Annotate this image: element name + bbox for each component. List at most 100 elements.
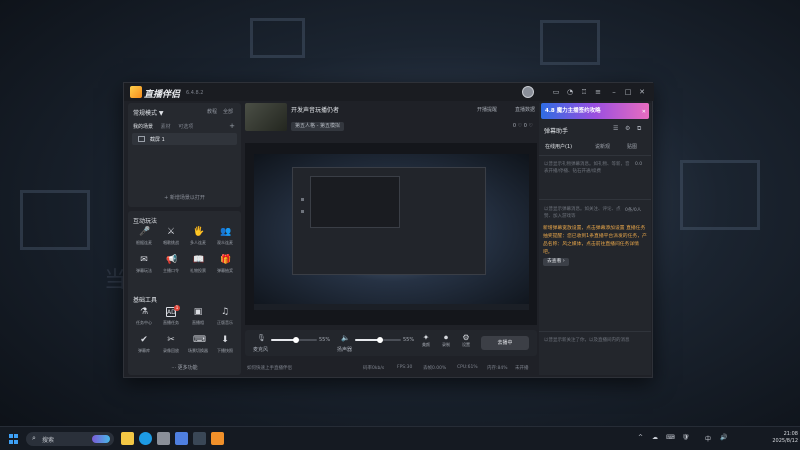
app-title: 直播伴侣 — [144, 90, 181, 100]
tab-new-viewers[interactable]: 说新观 — [595, 143, 610, 150]
audio-controls: 🎙 麦克风 55% 🔈 扬声器 55% ✦ 美颜 ⏺ 录制 ⚙ 设置 去播中 — [245, 330, 537, 356]
promo-banner-text: 4.8 魔力主播签约攻略 — [545, 108, 601, 114]
status-memory: 内存:84% — [487, 366, 508, 371]
close-icon[interactable]: ✕ — [642, 104, 646, 120]
cloud-icon[interactable]: ☁ — [652, 434, 658, 441]
add-scene-icon[interactable]: + — [229, 122, 235, 130]
live-reminder-link[interactable]: 开播提醒 — [477, 106, 497, 113]
maximize-icon[interactable]: □ — [624, 88, 632, 96]
tool-button[interactable]: 🎁 弹幕抽奖 — [212, 255, 238, 279]
divider — [539, 331, 651, 332]
speaker-volume-knob[interactable] — [377, 337, 383, 343]
tool-label: 多人连麦 — [190, 240, 206, 245]
mode-selector[interactable]: 常规模式 ▼ — [133, 108, 164, 117]
store-icon[interactable] — [175, 432, 188, 445]
tray-overflow-icon[interactable]: ^ — [638, 434, 643, 441]
mic-volume-knob[interactable] — [293, 337, 299, 343]
category-chip[interactable]: 第五人格 - 第五模拟 — [291, 122, 344, 131]
preview-desktop-capture — [254, 154, 529, 310]
tool-button[interactable]: ✉ 弹幕玩法 — [131, 255, 157, 279]
tab-online-users[interactable]: 在线用户(1) — [545, 143, 572, 150]
tool-label: 弹幕玩法 — [136, 268, 152, 273]
steam-icon[interactable] — [193, 432, 206, 445]
quick-start-tip[interactable]: 如何快速上手直播伴侣 — [247, 365, 292, 371]
record-icon: ⏺ — [444, 333, 448, 342]
file-explorer-icon[interactable] — [121, 432, 134, 445]
mic-percent: 55% — [319, 337, 331, 343]
search-label: 搜索 — [42, 437, 55, 444]
live-data-link[interactable]: 直播数据 — [515, 106, 535, 113]
taskbar-clock[interactable]: 21:08 2025/8/12 — [770, 431, 798, 445]
tool-button[interactable]: ⌨ 场景切换器 — [185, 335, 211, 359]
volume-icon[interactable]: 🔊 — [720, 434, 727, 441]
popout-icon[interactable]: ⧉ — [637, 125, 641, 133]
tool-icon: ⚔ — [166, 227, 176, 237]
keyboard-icon[interactable]: ⌨ — [666, 434, 675, 441]
security-icon[interactable]: 🛡 — [682, 434, 690, 441]
go-live-button[interactable]: 去播中 — [481, 336, 529, 350]
add-scene-button[interactable]: + 新增场景以打开 — [128, 194, 241, 201]
tool-button[interactable]: 👥 观众连麦 — [212, 227, 238, 251]
title-bar[interactable]: 直播伴侣 6.4.8.2 ▭ ◔ ♖ ≡ – □ ✕ — [124, 83, 654, 101]
more-functions-button[interactable]: ··· 更多功能 — [128, 364, 241, 371]
tool-button[interactable]: ⚔ 唱歌挑战 — [158, 227, 184, 251]
tutorial-link[interactable]: 教程 — [207, 108, 217, 115]
divider — [539, 155, 651, 156]
menu-icon[interactable]: ≡ — [594, 88, 602, 96]
live-companion-taskbar-icon[interactable] — [211, 432, 224, 445]
full-link[interactable]: 全部 — [223, 108, 233, 115]
tool-button[interactable]: ▣ 直播相 — [185, 307, 211, 331]
tool-button[interactable]: ♫ 正版音乐 — [212, 307, 238, 331]
mic-volume-slider[interactable] — [271, 337, 317, 343]
start-button[interactable] — [9, 434, 19, 444]
tools-card: 互动玩法 🎤 根据连麦 ⚔ 唱歌挑战 🖐 多人连麦 👥 观众连麦 ✉ 弹幕玩法 📢 主播口令… — [128, 211, 241, 375]
tool-button[interactable]: 📖 礼物投票 — [185, 255, 211, 279]
tool-button[interactable]: ✂ 录像回放 — [158, 335, 184, 359]
tool-button[interactable]: 🖐 多人连麦 — [185, 227, 211, 251]
tool-label: 弹幕抽奖 — [217, 268, 233, 273]
message-icon[interactable]: ▭ — [552, 88, 560, 96]
tool-label: 正版音乐 — [217, 320, 233, 325]
settings-app-icon[interactable] — [157, 432, 170, 445]
speaker-volume-slider[interactable] — [355, 337, 401, 343]
headset-icon[interactable]: ◔ — [566, 88, 574, 96]
settings-button[interactable]: ⚙ 设置 — [457, 333, 475, 348]
tool-button[interactable]: ✔ 弹幕库 — [131, 335, 157, 359]
beauty-button[interactable]: ✦ 美颜 — [417, 333, 435, 348]
close-icon[interactable]: ✕ — [638, 88, 646, 96]
stream-preview[interactable] — [245, 143, 537, 325]
stream-cover-thumbnail[interactable] — [245, 103, 287, 131]
record-button[interactable]: ⏺ 录制 — [437, 333, 455, 348]
tab-my-scenes[interactable]: 我的场景 — [133, 124, 153, 130]
speaker-icon[interactable]: 🔈 — [341, 334, 350, 342]
shirt-icon[interactable]: ♖ — [580, 88, 588, 96]
tool-button[interactable]: AD 1 直播任务 — [158, 305, 184, 331]
tool-button[interactable]: ⚗ 任务中心 — [131, 307, 157, 331]
tool-icon: ♫ — [220, 307, 230, 317]
scene-item[interactable]: 截屏 1 — [132, 133, 237, 145]
promo-banner[interactable]: 4.8 魔力主播签约攻略 ✕ — [541, 103, 649, 119]
tool-button[interactable]: 📢 主播口令 — [158, 255, 184, 279]
gear-icon[interactable]: ⚙ — [625, 125, 630, 132]
tool-button[interactable]: ⬇ 下播快照 — [212, 335, 238, 359]
tool-button[interactable]: 🎤 根据连麦 — [131, 227, 157, 251]
search-highlight-icon — [92, 435, 110, 443]
tool-icon: ✉ — [140, 255, 148, 265]
ime-indicator[interactable]: 中 — [705, 434, 711, 443]
gift-message-placeholder: 以普显示礼物弹幕消息。如礼物、等新，音表开播/停播、钻石开通/续费 — [544, 162, 630, 174]
user-avatar[interactable] — [522, 86, 534, 98]
microphone-icon[interactable]: 🎙 — [257, 334, 266, 342]
clock-date: 2025/8/12 — [772, 438, 798, 444]
tool-label: 根据连麦 — [136, 240, 152, 245]
tab-options[interactable]: 可选项 — [178, 124, 193, 130]
list-icon[interactable]: ☰ — [613, 125, 618, 132]
tab-materials[interactable]: 素材 — [161, 124, 171, 130]
minimize-icon[interactable]: – — [610, 88, 618, 96]
gift-count: 0.0 — [635, 162, 643, 167]
edge-icon[interactable] — [139, 432, 152, 445]
view-task-button[interactable]: 去查看 › — [543, 258, 569, 266]
stream-title[interactable]: 开发声音玩播仍者 — [291, 105, 339, 114]
tool-icon: 📖 — [193, 255, 205, 265]
tab-stickers[interactable]: 贴图 — [627, 143, 637, 150]
taskbar-search[interactable]: ⌕ 搜索 — [26, 432, 114, 446]
